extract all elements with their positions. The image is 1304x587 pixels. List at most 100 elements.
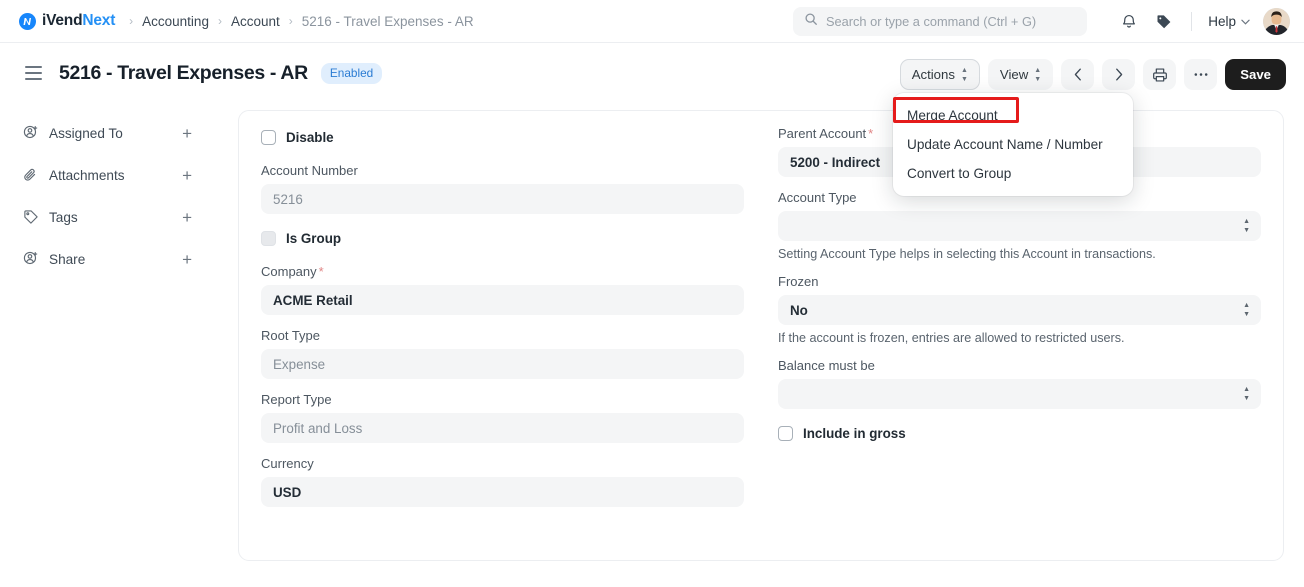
balance-must-be-select[interactable]: ▲ ▼	[778, 379, 1261, 409]
actions-button[interactable]: Actions ▲ ▼	[899, 59, 980, 90]
account-type-select[interactable]: ▲ ▼	[778, 211, 1261, 241]
assign-user-icon	[22, 125, 39, 142]
page-title: 5216 - Travel Expenses - AR	[59, 61, 308, 84]
is-group-label: Is Group	[286, 230, 342, 246]
sidebar-item-assigned-to[interactable]: Assigned To +	[0, 112, 214, 154]
company-field: Company * ACME Retail	[261, 264, 744, 315]
breadcrumb: › Accounting › Account › 5216 - Travel E…	[129, 14, 473, 29]
report-type-label: Report Type	[261, 392, 332, 407]
next-record-button[interactable]	[1102, 59, 1136, 90]
ellipsis-icon	[1194, 73, 1208, 76]
plus-icon[interactable]: +	[182, 125, 192, 142]
brand-name: iVendNext	[42, 12, 115, 30]
hamburger-icon[interactable]	[25, 66, 42, 80]
save-button[interactable]: Save	[1225, 59, 1286, 90]
search-input[interactable]	[826, 14, 1074, 29]
breadcrumb-separator: ›	[129, 14, 134, 28]
avatar[interactable]	[1263, 8, 1290, 35]
required-asterisk: *	[318, 264, 324, 279]
plus-icon[interactable]: +	[182, 167, 192, 184]
root-type-label: Root Type	[261, 328, 321, 343]
menu-item-merge-account[interactable]: Merge Account	[893, 101, 1133, 130]
balance-must-be-field: Balance must be ▲ ▼	[778, 358, 1261, 409]
breadcrumb-item-accounting[interactable]: Accounting	[142, 14, 209, 29]
account-type-hint: Setting Account Type helps in selecting …	[778, 247, 1156, 261]
menu-item-update-account-name-number[interactable]: Update Account Name / Number	[893, 130, 1133, 159]
plus-icon[interactable]: +	[182, 251, 192, 268]
chevron-updown-icon: ▲ ▼	[1243, 386, 1250, 402]
breadcrumb-separator: ›	[217, 14, 222, 28]
document-sidebar: Assigned To + Attachments + Tags + Share	[0, 112, 214, 280]
more-options-button[interactable]	[1184, 59, 1218, 90]
top-navbar: iVendNext › Accounting › Account › 5216 …	[0, 0, 1304, 43]
frozen-hint: If the account is frozen, entries are al…	[778, 331, 1125, 345]
plus-icon[interactable]: +	[182, 209, 192, 226]
page-toolbar: Actions ▲ ▼ View ▲ ▼ Save	[899, 59, 1286, 90]
navbar-divider	[1191, 12, 1193, 31]
print-button[interactable]	[1143, 59, 1177, 90]
chevron-updown-icon: ▲ ▼	[1243, 218, 1250, 234]
include-in-gross-checkbox-row[interactable]: Include in gross	[778, 422, 1261, 444]
include-in-gross-label: Include in gross	[803, 425, 906, 441]
tag-icon[interactable]	[1153, 11, 1175, 33]
frozen-label: Frozen	[778, 274, 819, 289]
view-button-label: View	[999, 67, 1029, 82]
chevron-right-icon	[1115, 68, 1122, 81]
account-number-input[interactable]: 5216	[261, 184, 744, 214]
actions-dropdown-menu: Merge Account Update Account Name / Numb…	[893, 93, 1133, 196]
search-bar[interactable]	[793, 7, 1087, 36]
account-type-field: Account Type ▲ ▼ Setting Account Type hel…	[778, 190, 1261, 261]
sidebar-item-tags[interactable]: Tags +	[0, 196, 214, 238]
search-icon	[804, 12, 818, 31]
required-asterisk: *	[868, 126, 874, 141]
share-user-icon	[22, 251, 39, 268]
help-label: Help	[1208, 14, 1236, 29]
paperclip-icon	[22, 167, 39, 184]
view-button[interactable]: View ▲ ▼	[987, 59, 1054, 90]
menu-item-convert-to-group[interactable]: Convert to Group	[893, 159, 1133, 188]
tag-icon	[22, 209, 39, 226]
sidebar-item-label: Share	[49, 251, 86, 267]
report-type-input[interactable]: Profit and Loss	[261, 413, 744, 443]
sidebar-item-share[interactable]: Share +	[0, 238, 214, 280]
chevron-updown-icon: ▲ ▼	[1034, 66, 1042, 83]
currency-field: Currency USD	[261, 456, 744, 507]
actions-button-label: Actions	[911, 67, 955, 82]
balance-must-be-label: Balance must be	[778, 358, 875, 373]
is-group-checkbox[interactable]	[261, 230, 276, 246]
disable-checkbox-row[interactable]: Disable	[261, 126, 744, 148]
currency-label: Currency	[261, 456, 314, 471]
is-group-checkbox-row[interactable]: Is Group	[261, 227, 744, 249]
breadcrumb-item-current: 5216 - Travel Expenses - AR	[301, 13, 474, 29]
chevron-down-icon	[1241, 19, 1250, 25]
frozen-select[interactable]: No ▲ ▼	[778, 295, 1261, 325]
printer-icon	[1152, 67, 1167, 82]
breadcrumb-item-account[interactable]: Account	[231, 14, 280, 29]
breadcrumb-separator: ›	[288, 14, 293, 28]
form-column-left: Disable Account Number 5216 Is Group Com…	[261, 126, 744, 520]
include-in-gross-checkbox[interactable]	[778, 425, 793, 441]
bell-icon[interactable]	[1118, 11, 1140, 33]
status-badge: Enabled	[320, 62, 383, 84]
ivendnext-logo-icon	[19, 12, 36, 30]
report-type-field: Report Type Profit and Loss	[261, 392, 744, 443]
sidebar-item-label: Tags	[49, 209, 78, 225]
account-number-label: Account Number	[261, 163, 358, 178]
company-label: Company *	[261, 264, 324, 279]
previous-record-button[interactable]	[1061, 59, 1095, 90]
disable-label: Disable	[286, 129, 334, 145]
frozen-value: No	[790, 302, 808, 318]
help-menu[interactable]: Help	[1208, 14, 1250, 29]
root-type-field: Root Type Expense	[261, 328, 744, 379]
chevron-updown-icon: ▲ ▼	[1243, 302, 1250, 318]
root-type-input[interactable]: Expense	[261, 349, 744, 379]
currency-input[interactable]: USD	[261, 477, 744, 507]
brand-name-first: iVend	[42, 12, 83, 29]
chevron-left-icon	[1074, 68, 1081, 81]
company-input[interactable]: ACME Retail	[261, 285, 744, 315]
navbar-right-group: Help	[1118, 0, 1290, 43]
brand-logo[interactable]: iVendNext	[19, 12, 115, 30]
disable-checkbox[interactable]	[261, 129, 276, 145]
sidebar-item-attachments[interactable]: Attachments +	[0, 154, 214, 196]
account-number-field: Account Number 5216	[261, 163, 744, 214]
